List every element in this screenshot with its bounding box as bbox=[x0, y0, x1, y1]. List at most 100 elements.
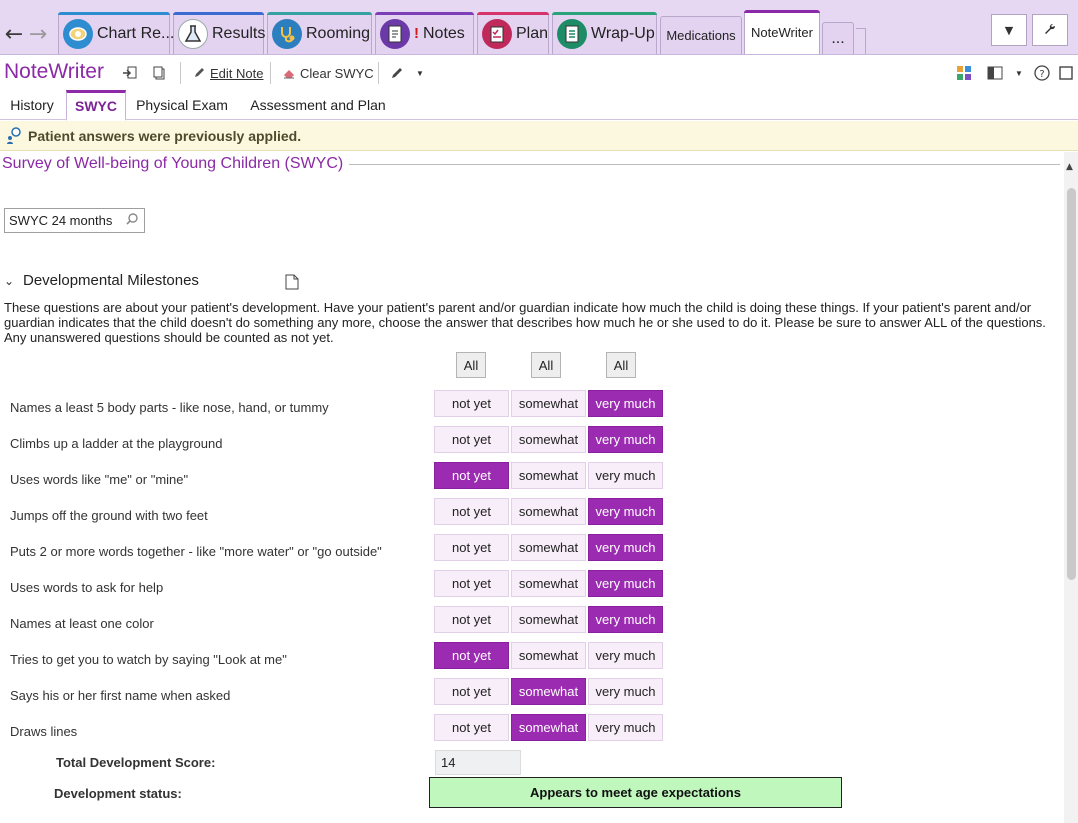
activity-tab-notewriter[interactable]: NoteWriter bbox=[744, 10, 820, 54]
tools-button[interactable] bbox=[1032, 14, 1068, 46]
swyc-form-selector[interactable]: SWYC 24 months bbox=[4, 208, 145, 233]
vertical-scrollbar[interactable]: ▲ bbox=[1064, 152, 1078, 823]
answer-somewhat-button[interactable]: somewhat bbox=[511, 426, 586, 453]
swyc-form: Survey of Well-being of Young Children (… bbox=[0, 152, 1064, 823]
answer-very-much-button[interactable]: very much bbox=[588, 606, 663, 633]
scroll-up-arrow-icon[interactable]: ▲ bbox=[1066, 162, 1073, 172]
activity-tab-label: Rooming bbox=[306, 24, 371, 42]
answer-not-yet-button[interactable]: not yet bbox=[434, 462, 509, 489]
developmental-milestones-title: Developmental Milestones bbox=[23, 272, 199, 289]
milestone-row: Uses words to ask for help not yet somewha… bbox=[0, 570, 680, 606]
copy-button[interactable] bbox=[151, 62, 167, 84]
activity-tab-results[interactable]: Results bbox=[173, 12, 266, 54]
select-all-somewhat-button[interactable]: All bbox=[531, 352, 561, 378]
history-nav: ← → bbox=[2, 18, 50, 50]
activity-tab-wrap-up[interactable]: Wrap-Up bbox=[552, 12, 657, 54]
tab-accent-stripe bbox=[58, 12, 170, 15]
app-title: NoteWriter bbox=[4, 60, 104, 83]
answer-somewhat-button[interactable]: somewhat bbox=[511, 714, 586, 741]
development-status-label: Development status: bbox=[54, 786, 182, 801]
patient-answers-icon bbox=[7, 126, 21, 144]
answer-very-much-button[interactable]: very much bbox=[588, 462, 663, 489]
answer-not-yet-button[interactable]: not yet bbox=[434, 390, 509, 417]
answer-somewhat-button[interactable]: somewhat bbox=[511, 678, 586, 705]
activity-tab-chart-review[interactable]: Chart Re... bbox=[58, 12, 174, 54]
tab-swyc[interactable]: SWYC bbox=[66, 90, 126, 121]
activity-tab-label: Chart Re... bbox=[97, 24, 175, 42]
tab-physical-exam[interactable]: Physical Exam bbox=[130, 90, 234, 120]
total-score-value: 14 bbox=[435, 750, 521, 775]
back-arrow-icon[interactable]: ← bbox=[2, 18, 26, 50]
tab-assessment-and-plan[interactable]: Assessment and Plan bbox=[244, 90, 392, 120]
answer-not-yet-button[interactable]: not yet bbox=[434, 714, 509, 741]
answer-very-much-button[interactable]: very much bbox=[588, 678, 663, 705]
help-button[interactable]: ? bbox=[1034, 62, 1050, 84]
tab-accent-stripe bbox=[375, 12, 474, 15]
select-all-very-much-button[interactable]: All bbox=[606, 352, 636, 378]
milestone-question: Names at least one color bbox=[10, 616, 154, 631]
toolbar-separator bbox=[270, 62, 271, 84]
answer-not-yet-button[interactable]: not yet bbox=[434, 426, 509, 453]
answer-somewhat-button[interactable]: somewhat bbox=[511, 498, 586, 525]
search-icon[interactable] bbox=[125, 212, 139, 226]
activity-tab-rooming[interactable]: Rooming bbox=[267, 12, 372, 54]
answer-somewhat-button[interactable]: somewhat bbox=[511, 570, 586, 597]
answer-very-much-button[interactable]: very much bbox=[588, 390, 663, 417]
clear-swyc-button[interactable]: Clear SWYC bbox=[282, 62, 374, 84]
tab-history[interactable]: History bbox=[0, 90, 64, 120]
import-button[interactable] bbox=[122, 62, 138, 84]
caret-down-icon: ▼ bbox=[416, 68, 424, 78]
tab-stack-decoration bbox=[856, 28, 866, 54]
answer-somewhat-button[interactable]: somewhat bbox=[511, 642, 586, 669]
wrap-up-icon bbox=[557, 18, 587, 49]
import-icon bbox=[123, 66, 137, 79]
layout-button[interactable] bbox=[956, 62, 972, 84]
answer-not-yet-button[interactable]: not yet bbox=[434, 534, 509, 561]
info-banner: Patient answers were previously applied. bbox=[0, 121, 1078, 151]
more-tabs-button[interactable]: ... bbox=[822, 22, 854, 54]
activity-tab-bar: ← → Chart Re... Results Rooming ! Notes bbox=[0, 0, 1078, 55]
help-icon: ? bbox=[1034, 65, 1050, 81]
activity-tab-notes[interactable]: ! Notes bbox=[375, 12, 474, 54]
answer-very-much-button[interactable]: very much bbox=[588, 498, 663, 525]
answer-somewhat-button[interactable]: somewhat bbox=[511, 390, 586, 417]
document-icon[interactable] bbox=[285, 274, 299, 290]
edit-note-button[interactable]: Edit Note bbox=[192, 62, 263, 84]
milestone-row: Tries to get you to watch by saying "Loo… bbox=[0, 642, 680, 678]
total-score-label: Total Development Score: bbox=[56, 755, 216, 770]
activity-tab-label: Results bbox=[212, 24, 266, 42]
answer-somewhat-button[interactable]: somewhat bbox=[511, 462, 586, 489]
answer-somewhat-button[interactable]: somewhat bbox=[511, 534, 586, 561]
answer-somewhat-button[interactable]: somewhat bbox=[511, 606, 586, 633]
maximize-button[interactable] bbox=[1059, 62, 1073, 84]
activity-tab-plan[interactable]: Plan bbox=[477, 12, 549, 54]
activity-tab-label: NoteWriter bbox=[751, 25, 813, 40]
answer-not-yet-button[interactable]: not yet bbox=[434, 570, 509, 597]
pen-menu-button[interactable]: ▼ bbox=[390, 62, 424, 84]
answer-very-much-button[interactable]: very much bbox=[588, 714, 663, 741]
activity-tab-medications[interactable]: Medications bbox=[660, 16, 742, 54]
select-all-not-yet-button[interactable]: All bbox=[456, 352, 486, 378]
developmental-milestones-header[interactable]: ⌄ Developmental Milestones bbox=[4, 272, 199, 289]
sidebar-toggle-button[interactable]: ▼ bbox=[987, 62, 1023, 84]
answer-very-much-button[interactable]: very much bbox=[588, 570, 663, 597]
answer-very-much-button[interactable]: very much bbox=[588, 426, 663, 453]
forward-arrow-icon[interactable]: → bbox=[26, 18, 50, 50]
tab-menu-dropdown-button[interactable]: ▼ bbox=[991, 14, 1027, 46]
chevron-down-icon[interactable]: ⌄ bbox=[4, 274, 18, 288]
milestone-question: Puts 2 or more words together - like "mo… bbox=[10, 544, 382, 559]
answer-not-yet-button[interactable]: not yet bbox=[434, 498, 509, 525]
answer-very-much-button[interactable]: very much bbox=[588, 642, 663, 669]
tab-accent-stripe bbox=[552, 12, 657, 15]
milestone-row: Puts 2 or more words together - like "mo… bbox=[0, 534, 680, 570]
answer-not-yet-button[interactable]: not yet bbox=[434, 678, 509, 705]
answer-very-much-button[interactable]: very much bbox=[588, 534, 663, 561]
notes-icon bbox=[380, 18, 410, 49]
answer-not-yet-button[interactable]: not yet bbox=[434, 642, 509, 669]
scroll-thumb[interactable] bbox=[1067, 188, 1076, 580]
milestone-row: Draws lines not yet somewhat very much bbox=[0, 714, 680, 750]
caret-down-icon: ▼ bbox=[1004, 23, 1014, 37]
chart-review-icon bbox=[63, 18, 93, 49]
activity-tab-label: Medications bbox=[666, 28, 736, 43]
answer-not-yet-button[interactable]: not yet bbox=[434, 606, 509, 633]
